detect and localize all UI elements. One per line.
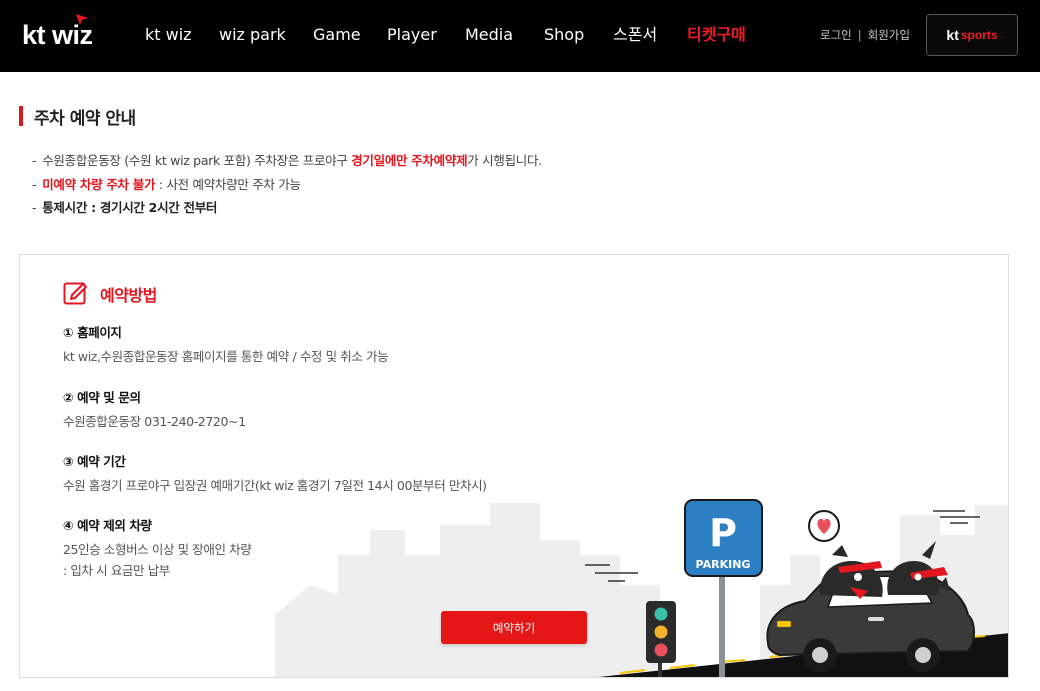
step-homepage: ① 홈페이지 kt wiz,수원종합운동장 홈페이지를 통한 예약 / 수정 및… bbox=[63, 324, 389, 367]
logo-red-mark-icon bbox=[76, 14, 88, 25]
step-excluded-vehicles: ④ 예약 제외 차량 25인승 소형버스 이상 및 장애인 차량 : 입차 시 … bbox=[63, 517, 252, 581]
bullet-dash: - bbox=[32, 153, 37, 168]
road-lane-marks bbox=[619, 635, 986, 674]
step-desc: 수원 홈경기 프로야구 입장권 예매기간(kt wiz 홈경기 7일전 14시 … bbox=[63, 478, 487, 493]
nav-item-ktwiz[interactable]: kt wiz bbox=[145, 22, 219, 48]
city-skyline-mid bbox=[760, 555, 820, 677]
step-title: ② 예약 및 문의 bbox=[63, 390, 141, 405]
parking-sign-letter: P bbox=[709, 511, 737, 555]
login-link[interactable]: 로그인 bbox=[820, 27, 852, 43]
util-separator: | bbox=[857, 28, 862, 42]
step-title: ① 홈페이지 bbox=[63, 325, 122, 340]
page-title: 주차 예약 안내 bbox=[34, 109, 136, 129]
step-period: ③ 예약 기간 수원 홈경기 프로야구 입장권 예매기간(kt wiz 홈경기 … bbox=[63, 453, 487, 496]
kt-wiz-logo[interactable]: kt wiz bbox=[22, 14, 102, 52]
top-header: kt wiz kt wiz wiz park Game Player Media… bbox=[0, 0, 1040, 72]
nav-item-shop[interactable]: Shop bbox=[544, 22, 613, 48]
ktsports-kt-text: kt bbox=[946, 27, 959, 43]
heart-bubble-icon bbox=[808, 510, 840, 542]
reserve-button[interactable]: 예약하기 bbox=[441, 611, 587, 644]
step-desc: : 입차 시 요금만 납부 bbox=[63, 563, 170, 578]
kt-sports-button[interactable]: kt sports bbox=[926, 14, 1018, 56]
speed-lines bbox=[585, 510, 980, 582]
step-inquiry: ② 예약 및 문의 수원종합운동장 031-240-2720~1 bbox=[63, 389, 246, 432]
edit-note-icon bbox=[63, 282, 87, 305]
step-title: ④ 예약 제외 차량 bbox=[63, 518, 152, 533]
parking-sign: P PARKING bbox=[684, 499, 763, 677]
notice-item: - 미예약 차량 주차 불가 : 사전 예약차량만 주차 가능 bbox=[32, 173, 542, 197]
nav-item-wizpark[interactable]: wiz park bbox=[219, 22, 313, 48]
bullet-dash: - bbox=[32, 200, 37, 215]
step-title: ③ 예약 기간 bbox=[63, 454, 126, 469]
ktsports-sports-text: sports bbox=[960, 28, 998, 42]
nav-item-ticket[interactable]: 티켓구매 bbox=[687, 22, 757, 48]
step-desc: 25인승 소형버스 이상 및 장애인 차량 bbox=[63, 542, 252, 557]
mascot-characters bbox=[819, 541, 950, 599]
main-nav: kt wiz wiz park Game Player Media Shop 스… bbox=[145, 22, 757, 48]
city-skyline bbox=[275, 503, 660, 677]
notice-highlight: 미예약 차량 주차 불가 bbox=[42, 176, 156, 192]
notice-item: - 통제시간 : 경기시간 2시간 전부터 bbox=[32, 196, 542, 220]
section-title-bar bbox=[19, 106, 23, 126]
nav-item-media[interactable]: Media bbox=[465, 22, 544, 48]
road bbox=[598, 633, 1008, 677]
notice-text-bold: 통제시간 : 경기시간 2시간 전부터 bbox=[42, 200, 218, 215]
method-title: 예약방법 bbox=[100, 286, 157, 305]
signup-link[interactable]: 회원가입 bbox=[868, 27, 910, 43]
util-links: 로그인 | 회원가입 bbox=[820, 27, 910, 43]
notice-text: : 사전 예약차량만 주차 가능 bbox=[155, 176, 301, 192]
parking-sign-label: PARKING bbox=[696, 558, 751, 571]
nav-item-game[interactable]: Game bbox=[313, 22, 387, 48]
notice-text: 수원종합운동장 (수원 kt wiz park 포함) 주차장은 프로야구 bbox=[42, 153, 352, 168]
bullet-dash: - bbox=[32, 176, 37, 192]
reservation-method-box: P PARKING 예약방법 ① 홈페이지 kt wiz,수원종합운동장 홈페이… bbox=[19, 254, 1009, 678]
nav-item-sponsor[interactable]: 스폰서 bbox=[613, 22, 687, 48]
step-desc: kt wiz,수원종합운동장 홈페이지를 통한 예약 / 수정 및 취소 가능 bbox=[63, 349, 389, 364]
nav-item-player[interactable]: Player bbox=[387, 22, 465, 48]
car bbox=[766, 570, 975, 672]
notice-item: - 수원종합운동장 (수원 kt wiz park 포함) 주차장은 프로야구 경… bbox=[32, 149, 542, 173]
notice-text: 가 시행됩니다. bbox=[467, 153, 542, 168]
city-skyline-right bbox=[880, 505, 1008, 677]
step-desc: 수원종합운동장 031-240-2720~1 bbox=[63, 414, 246, 429]
notice-highlight: 경기일에만 주차예약제 bbox=[351, 153, 468, 168]
notice-list: - 수원종합운동장 (수원 kt wiz park 포함) 주차장은 프로야구 경… bbox=[32, 149, 542, 220]
traffic-light bbox=[646, 601, 676, 677]
